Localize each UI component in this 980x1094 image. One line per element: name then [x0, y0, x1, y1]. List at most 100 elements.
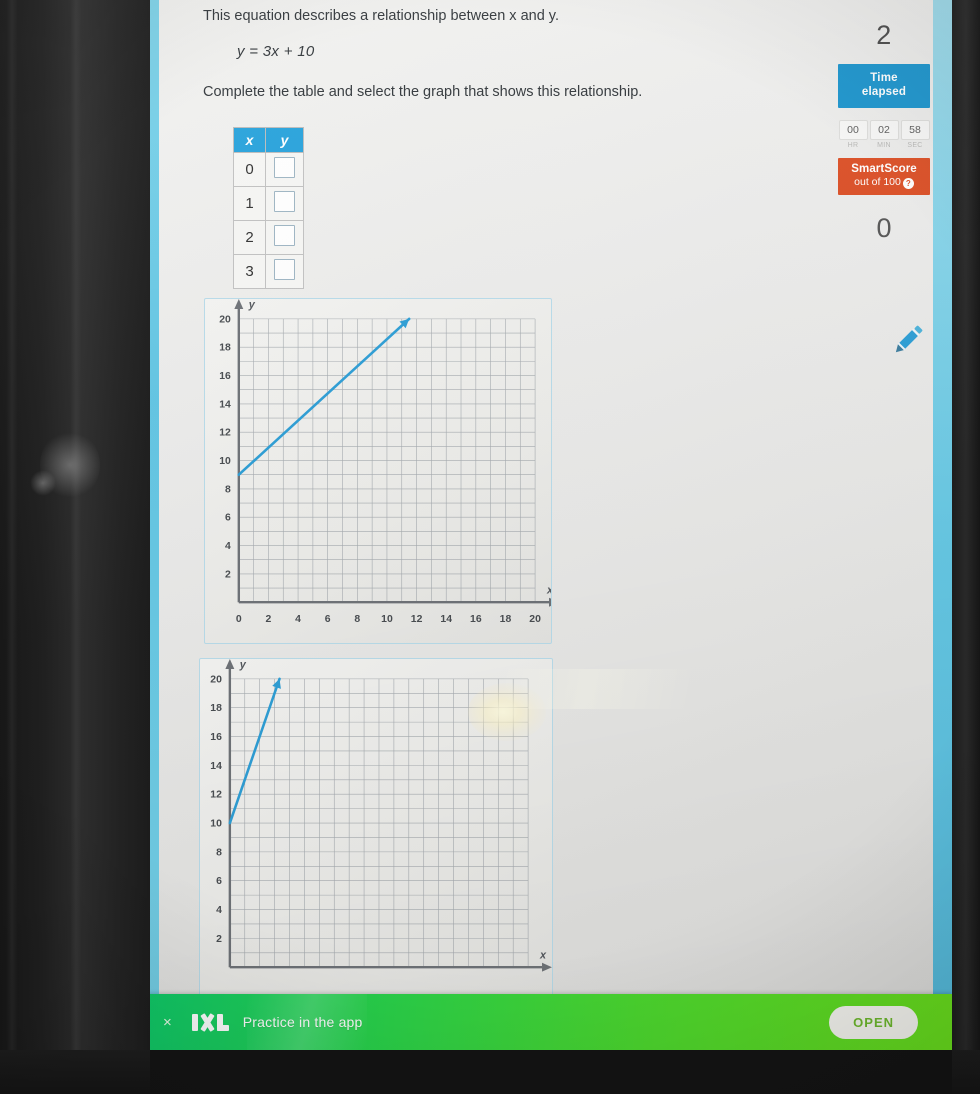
cell-x-value: 2: [233, 220, 266, 256]
page-edge-left: [150, 0, 159, 994]
graph-1-gridlines: [238, 318, 536, 603]
y-tick-label: 10: [210, 819, 222, 830]
x-axis-label: x: [539, 949, 547, 961]
y-axis-label: y: [248, 299, 256, 311]
question-prompt: This equation describes a relationship b…: [203, 8, 560, 24]
x-tick-label: 6: [325, 614, 331, 625]
page-edge-right: [933, 0, 952, 994]
timer-minutes-label: MIN: [877, 141, 891, 149]
smartscore-value: 0: [876, 212, 892, 243]
graph-choice-2[interactable]: y x 2 4 6 8 10 12 14 16 18 20: [199, 658, 690, 1003]
answer-input-box[interactable]: [274, 225, 295, 247]
xy-table: x y 0 1 2 3: [233, 127, 304, 290]
y-tick-label: 10: [219, 456, 231, 467]
x-tick-label: 10: [381, 614, 393, 625]
graph-2-gridlines: [229, 678, 529, 968]
smartscore-title: SmartScore: [851, 162, 917, 175]
x-tick-label: 20: [529, 614, 541, 625]
y-tick-label: 18: [210, 703, 222, 714]
table-row: 1: [233, 186, 304, 222]
smartscore-subtitle: out of 100: [854, 175, 901, 188]
graph-1-axes: [234, 299, 551, 607]
xy-table-wrapper: x y 0 1 2 3: [233, 127, 653, 290]
y-tick-label: 16: [219, 371, 231, 382]
y-tick-label: 6: [216, 876, 222, 887]
help-question-mark-icon[interactable]: ?: [902, 177, 914, 189]
answer-input-box[interactable]: [274, 157, 295, 179]
elapsed-timer: 00 HR 02 MIN 58 SEC: [835, 119, 933, 149]
question-column: This equation describes a relationship b…: [203, 0, 653, 290]
x-tick-label: 12: [411, 614, 423, 625]
question-instruction: Complete the table and select the graph …: [203, 84, 643, 101]
question-number: 2: [876, 20, 892, 50]
cell-y-answer[interactable]: [265, 186, 304, 222]
logo-bar: [191, 1013, 198, 1031]
timer-hours-value: 00: [838, 119, 868, 140]
timer-hours-label: HR: [847, 141, 859, 149]
x-tick-label: 2: [266, 614, 272, 625]
cell-y-answer[interactable]: [265, 220, 304, 256]
y-tick-label: 20: [219, 314, 231, 325]
graph-2-ticklabels: y x 2 4 6 8 10 12 14 16 18 20: [210, 659, 547, 961]
x-tick-label: 8: [354, 614, 360, 625]
graph-1-svg: y x 2 4 6 8 10 12 14 16 18 20 0 2 4 6 8 10 12 14 16 18 20: [219, 299, 551, 625]
logo-l: [216, 1013, 229, 1031]
table-header-row: x y: [233, 127, 304, 154]
x-axis-label: x: [546, 584, 551, 596]
y-tick-label: 4: [216, 905, 222, 916]
screen-area: This equation describes a relationship b…: [150, 0, 952, 1094]
time-elapsed-line2: elapsed: [861, 86, 907, 99]
cell-y-answer[interactable]: [265, 152, 304, 188]
timer-hours: 00 HR: [838, 119, 868, 149]
plot-line-arrowhead: [272, 678, 281, 689]
graph-1-series: [237, 317, 411, 477]
timer-seconds-value: 58: [900, 119, 930, 140]
x-tick-label: 16: [470, 614, 482, 625]
y-tick-label: 8: [216, 847, 222, 858]
timer-minutes: 02 MIN: [869, 119, 899, 149]
graph-1-ticklabels: y x 2 4 6 8 10 12 14 16 18 20 0 2 4 6 8 10 12 14 16 18 20: [219, 299, 551, 625]
y-tick-label: 12: [210, 790, 222, 801]
y-tick-label: 14: [219, 399, 231, 410]
y-tick-label: 8: [225, 484, 231, 495]
smartscore-subtitle-row: out of 100?: [838, 176, 930, 189]
x-tick-label: 4: [295, 614, 301, 625]
y-tick-label: 2: [225, 569, 231, 580]
promo-text: Practice in the app: [242, 1014, 363, 1030]
timer-minutes-value: 02: [869, 119, 899, 140]
bezel-reflection: [6, 0, 18, 1094]
photo-of-screen: This equation describes a relationship b…: [0, 0, 980, 1094]
cell-x-value: 1: [233, 186, 266, 222]
y-axis-label: y: [239, 659, 247, 671]
pencil-icon[interactable]: [885, 318, 929, 362]
ixl-logo-icon: [191, 1013, 229, 1031]
open-app-button[interactable]: OPEN: [829, 1005, 918, 1039]
x-tick-label: 18: [500, 614, 512, 625]
app-promo-bar: × Practice in the app OPEN: [150, 994, 952, 1050]
column-header-y: y: [265, 127, 304, 154]
exercise-page: This equation describes a relationship b…: [159, 0, 933, 1003]
y-tick-label: 6: [225, 513, 231, 524]
equation: y = 3x + 10: [237, 43, 315, 61]
x-tick-label: 14: [440, 614, 452, 625]
graph-2-svg: y x 2 4 6 8 10 12 14 16 18 20: [210, 659, 552, 972]
answer-input-box[interactable]: [274, 191, 295, 213]
x-tick-label: 0: [236, 614, 242, 625]
close-icon[interactable]: ×: [163, 1015, 172, 1030]
timer-seconds-label: SEC: [907, 141, 923, 149]
y-tick-label: 2: [216, 934, 222, 945]
plot-line: [237, 317, 411, 477]
y-tick-label: 14: [210, 761, 222, 772]
logo-x: [199, 1014, 216, 1031]
time-elapsed-banner: Time elapsed: [838, 64, 930, 108]
table-row: 2: [233, 220, 304, 256]
column-header-x: x: [233, 127, 266, 154]
y-tick-label: 12: [219, 428, 231, 439]
answer-input-box[interactable]: [274, 259, 295, 281]
y-tick-label: 18: [219, 343, 231, 354]
bezel-reflection: [70, 0, 82, 1094]
cell-y-answer[interactable]: [265, 254, 304, 290]
y-tick-label: 4: [225, 541, 231, 552]
table-row: 0: [233, 152, 304, 188]
graph-choice-1[interactable]: y x 2 4 6 8 10 12 14 16 18 20 0 2 4 6 8 10 12 14 16 18 20: [204, 298, 552, 644]
